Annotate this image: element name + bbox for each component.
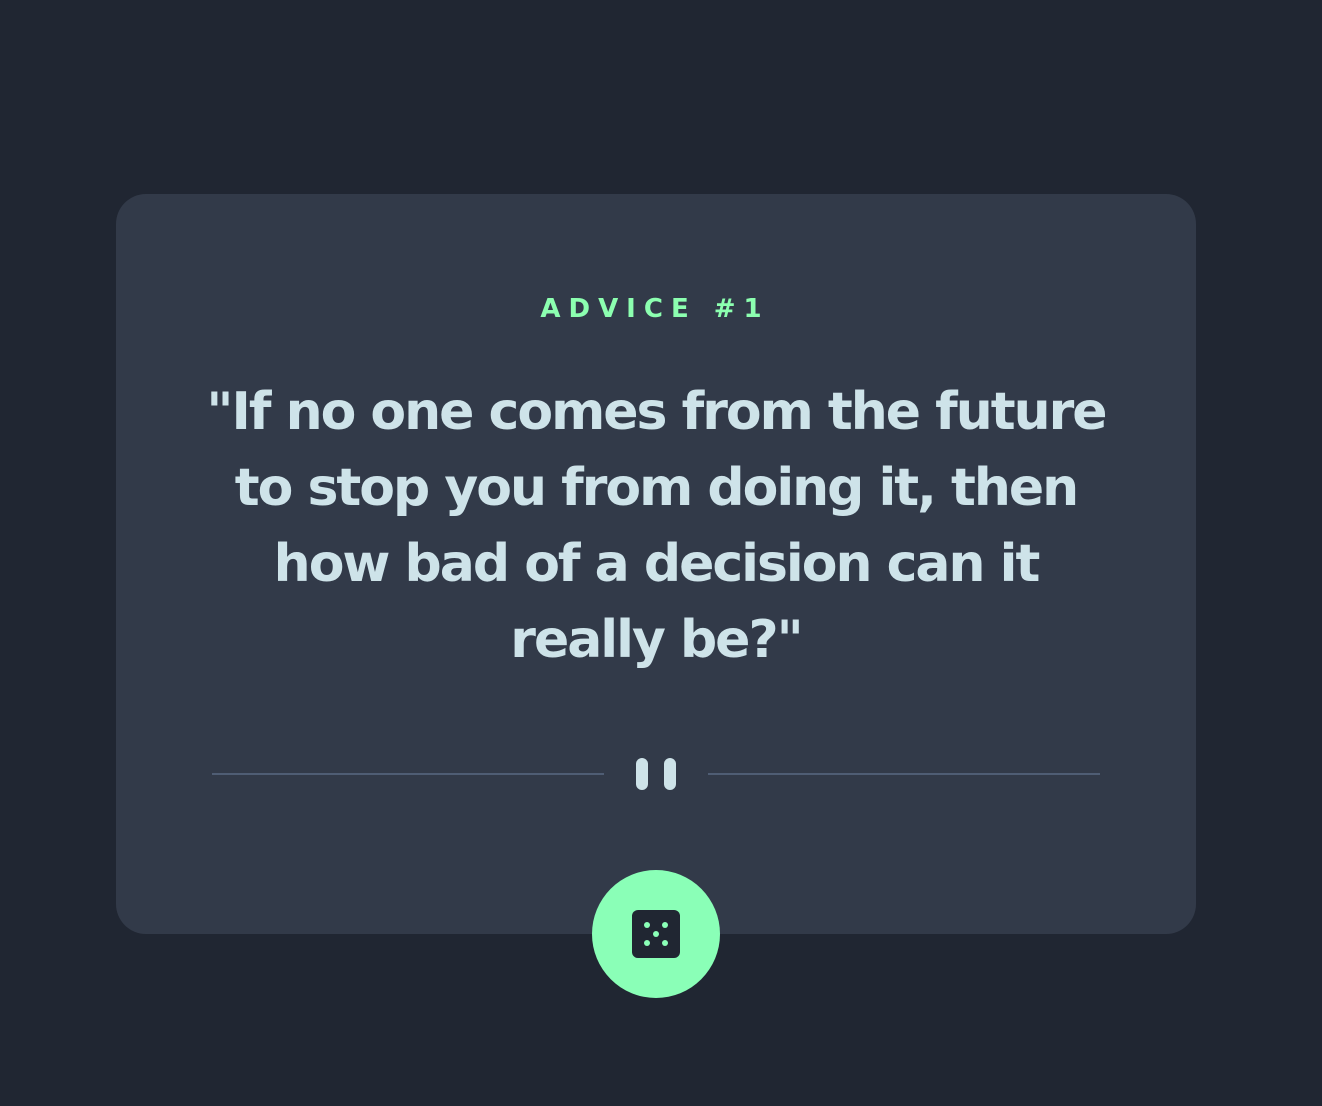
advice-quote-text: "If no one comes from the future to stop… (206, 382, 1107, 670)
divider-line-left (212, 773, 604, 775)
advice-number-label: ADVICE #1 (540, 294, 770, 324)
pause-bar-right (664, 758, 676, 790)
pause-icon (636, 758, 676, 790)
pause-bar-left (636, 758, 648, 790)
generate-advice-button[interactable] (592, 870, 720, 998)
divider-line-right (708, 773, 1100, 775)
dice-icon (632, 910, 680, 958)
